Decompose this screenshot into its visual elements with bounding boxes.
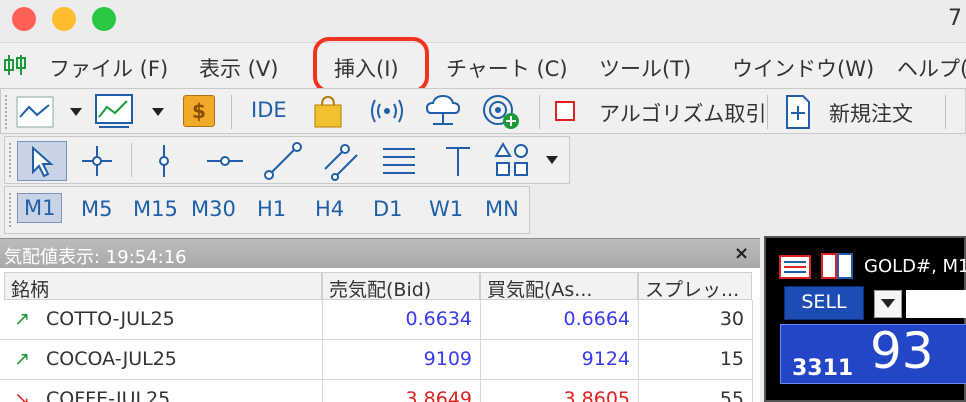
timeframe-m5[interactable]: M5 xyxy=(81,197,112,221)
title-bar: 7 xyxy=(0,0,966,40)
chevron-down-icon[interactable] xyxy=(69,107,83,117)
table-row[interactable]: ↗ COCOA-JUL25 9109 9124 15 xyxy=(0,340,752,380)
menu-file[interactable]: ファイル (F) xyxy=(49,53,168,83)
minimize-window-button[interactable] xyxy=(52,7,76,31)
algo-trading-button[interactable]: アルゴリズム取引 xyxy=(599,98,766,128)
timeframe-m30[interactable]: M30 xyxy=(191,197,236,221)
trend-up-icon: ↗ xyxy=(14,308,30,330)
menu-window[interactable]: ウインドウ(W) xyxy=(732,53,874,83)
trend-up-icon: ↗ xyxy=(14,348,30,370)
signal-broadcast-icon[interactable] xyxy=(367,97,407,125)
chart-symbol-label: GOLD#, M1 xyxy=(864,256,966,277)
chart-window: GOLD#, M1 SELL 3311 93 xyxy=(764,236,966,402)
column-header-spread[interactable]: スプレッ... xyxy=(638,272,752,300)
timeframe-w1[interactable]: W1 xyxy=(429,197,463,221)
trend-down-icon: ↘ xyxy=(14,388,30,402)
column-header-ask[interactable]: 買気配(As... xyxy=(480,272,638,300)
menu-help[interactable]: ヘルプ( xyxy=(897,53,966,83)
sell-price-prefix: 3311 xyxy=(792,356,854,381)
market-watch-panel: 気配値表示: 19:54:16 × 銘柄 売気配(Bid) 買気配(As... … xyxy=(0,238,760,402)
toolbar-grip[interactable] xyxy=(9,193,13,227)
dollar-icon[interactable]: $ xyxy=(183,95,215,127)
window-title: 7 xyxy=(948,6,962,31)
spread-cell: 30 xyxy=(719,308,744,330)
equidistant-channel-icon[interactable] xyxy=(321,141,361,181)
close-icon[interactable]: × xyxy=(734,243,749,264)
sell-price-pips: 93 xyxy=(870,322,934,380)
spread-cell: 55 xyxy=(719,388,744,402)
timeframe-m1[interactable]: M1 xyxy=(17,193,63,223)
trend-line-icon[interactable] xyxy=(263,141,303,181)
signal-subscribe-icon[interactable] xyxy=(481,93,521,131)
fibonacci-retracement-icon[interactable] xyxy=(379,143,419,179)
timeframe-mn[interactable]: MN xyxy=(485,197,519,221)
menu-view[interactable]: 表示 (V) xyxy=(199,53,278,83)
timeframe-toolbar: M1 M5 M15 M30 H1 H4 D1 W1 MN xyxy=(4,186,530,234)
timeframe-h1[interactable]: H1 xyxy=(257,197,286,221)
shopping-bag-icon[interactable] xyxy=(311,93,345,129)
chevron-down-icon[interactable] xyxy=(151,107,165,117)
drawing-toolbar xyxy=(4,136,570,184)
one-click-trading-icon[interactable] xyxy=(820,252,854,280)
symbol-cell: COTTO-JUL25 xyxy=(46,308,175,330)
timeframe-h4[interactable]: H4 xyxy=(315,197,344,221)
column-header-bid[interactable]: 売気配(Bid) xyxy=(322,272,480,300)
table-row[interactable]: ↗ COTTO-JUL25 0.6634 0.6664 30 xyxy=(0,300,752,340)
main-toolbar: $ IDE アルゴリズム取引 新規注文 xyxy=(0,88,966,134)
horizontal-line-icon[interactable] xyxy=(205,143,245,179)
lot-input[interactable] xyxy=(906,290,966,318)
ask-cell: 0.6664 xyxy=(563,308,630,330)
stop-square-icon xyxy=(555,101,575,121)
sell-button[interactable]: SELL xyxy=(784,286,864,320)
insert-menu-highlight xyxy=(313,37,429,93)
bid-cell: 9109 xyxy=(423,348,472,370)
new-order-icon[interactable] xyxy=(783,93,813,131)
new-order-button[interactable]: 新規注文 xyxy=(829,98,913,128)
symbol-cell: COFFE-JUL25 xyxy=(46,388,171,402)
menu-chart[interactable]: チャート (C) xyxy=(446,53,568,83)
ask-cell: 3.8605 xyxy=(563,388,630,402)
trade-list-icon[interactable] xyxy=(778,254,812,280)
lot-dropdown[interactable] xyxy=(874,290,902,318)
crosshair-icon[interactable] xyxy=(79,143,115,179)
market-watch-header: 気配値表示: 19:54:16 × xyxy=(0,238,760,268)
toolbar-grip[interactable] xyxy=(5,95,9,129)
table-row[interactable]: ↘ COFFE-JUL25 3.8649 3.8605 55 xyxy=(0,380,752,402)
text-tool-icon[interactable] xyxy=(441,143,475,179)
ide-button[interactable]: IDE xyxy=(251,98,287,122)
chart-window-icon[interactable] xyxy=(93,91,135,131)
menu-tools[interactable]: ツール(T) xyxy=(599,53,691,83)
zoom-window-button[interactable] xyxy=(92,7,116,31)
cursor-arrow-icon xyxy=(32,145,54,178)
market-watch-title: 気配値表示: 19:54:16 xyxy=(4,247,187,268)
menu-bar: ファイル (F) 表示 (V) 挿入(I) チャート (C) ツール(T) ウイ… xyxy=(0,42,966,88)
close-window-button[interactable] xyxy=(12,7,36,31)
ask-cell: 9124 xyxy=(581,348,630,370)
timeframe-d1[interactable]: D1 xyxy=(373,197,403,221)
toolbar-grip[interactable] xyxy=(9,143,13,177)
cursor-tool-button[interactable] xyxy=(17,141,67,181)
shapes-icon[interactable] xyxy=(493,141,531,181)
cloud-hosting-icon[interactable] xyxy=(423,93,463,129)
line-chart-icon[interactable] xyxy=(15,95,55,129)
timeframe-m15[interactable]: M15 xyxy=(133,197,178,221)
chart-candles-icon xyxy=(4,55,26,75)
column-header-symbol[interactable]: 銘柄 xyxy=(4,272,322,300)
bid-cell: 3.8649 xyxy=(405,388,472,402)
chevron-down-icon[interactable] xyxy=(545,155,559,165)
spread-cell: 15 xyxy=(719,348,744,370)
symbol-cell: COCOA-JUL25 xyxy=(46,348,177,370)
bid-cell: 0.6634 xyxy=(405,308,472,330)
vertical-line-icon[interactable] xyxy=(149,143,179,179)
chevron-down-icon xyxy=(881,299,895,308)
